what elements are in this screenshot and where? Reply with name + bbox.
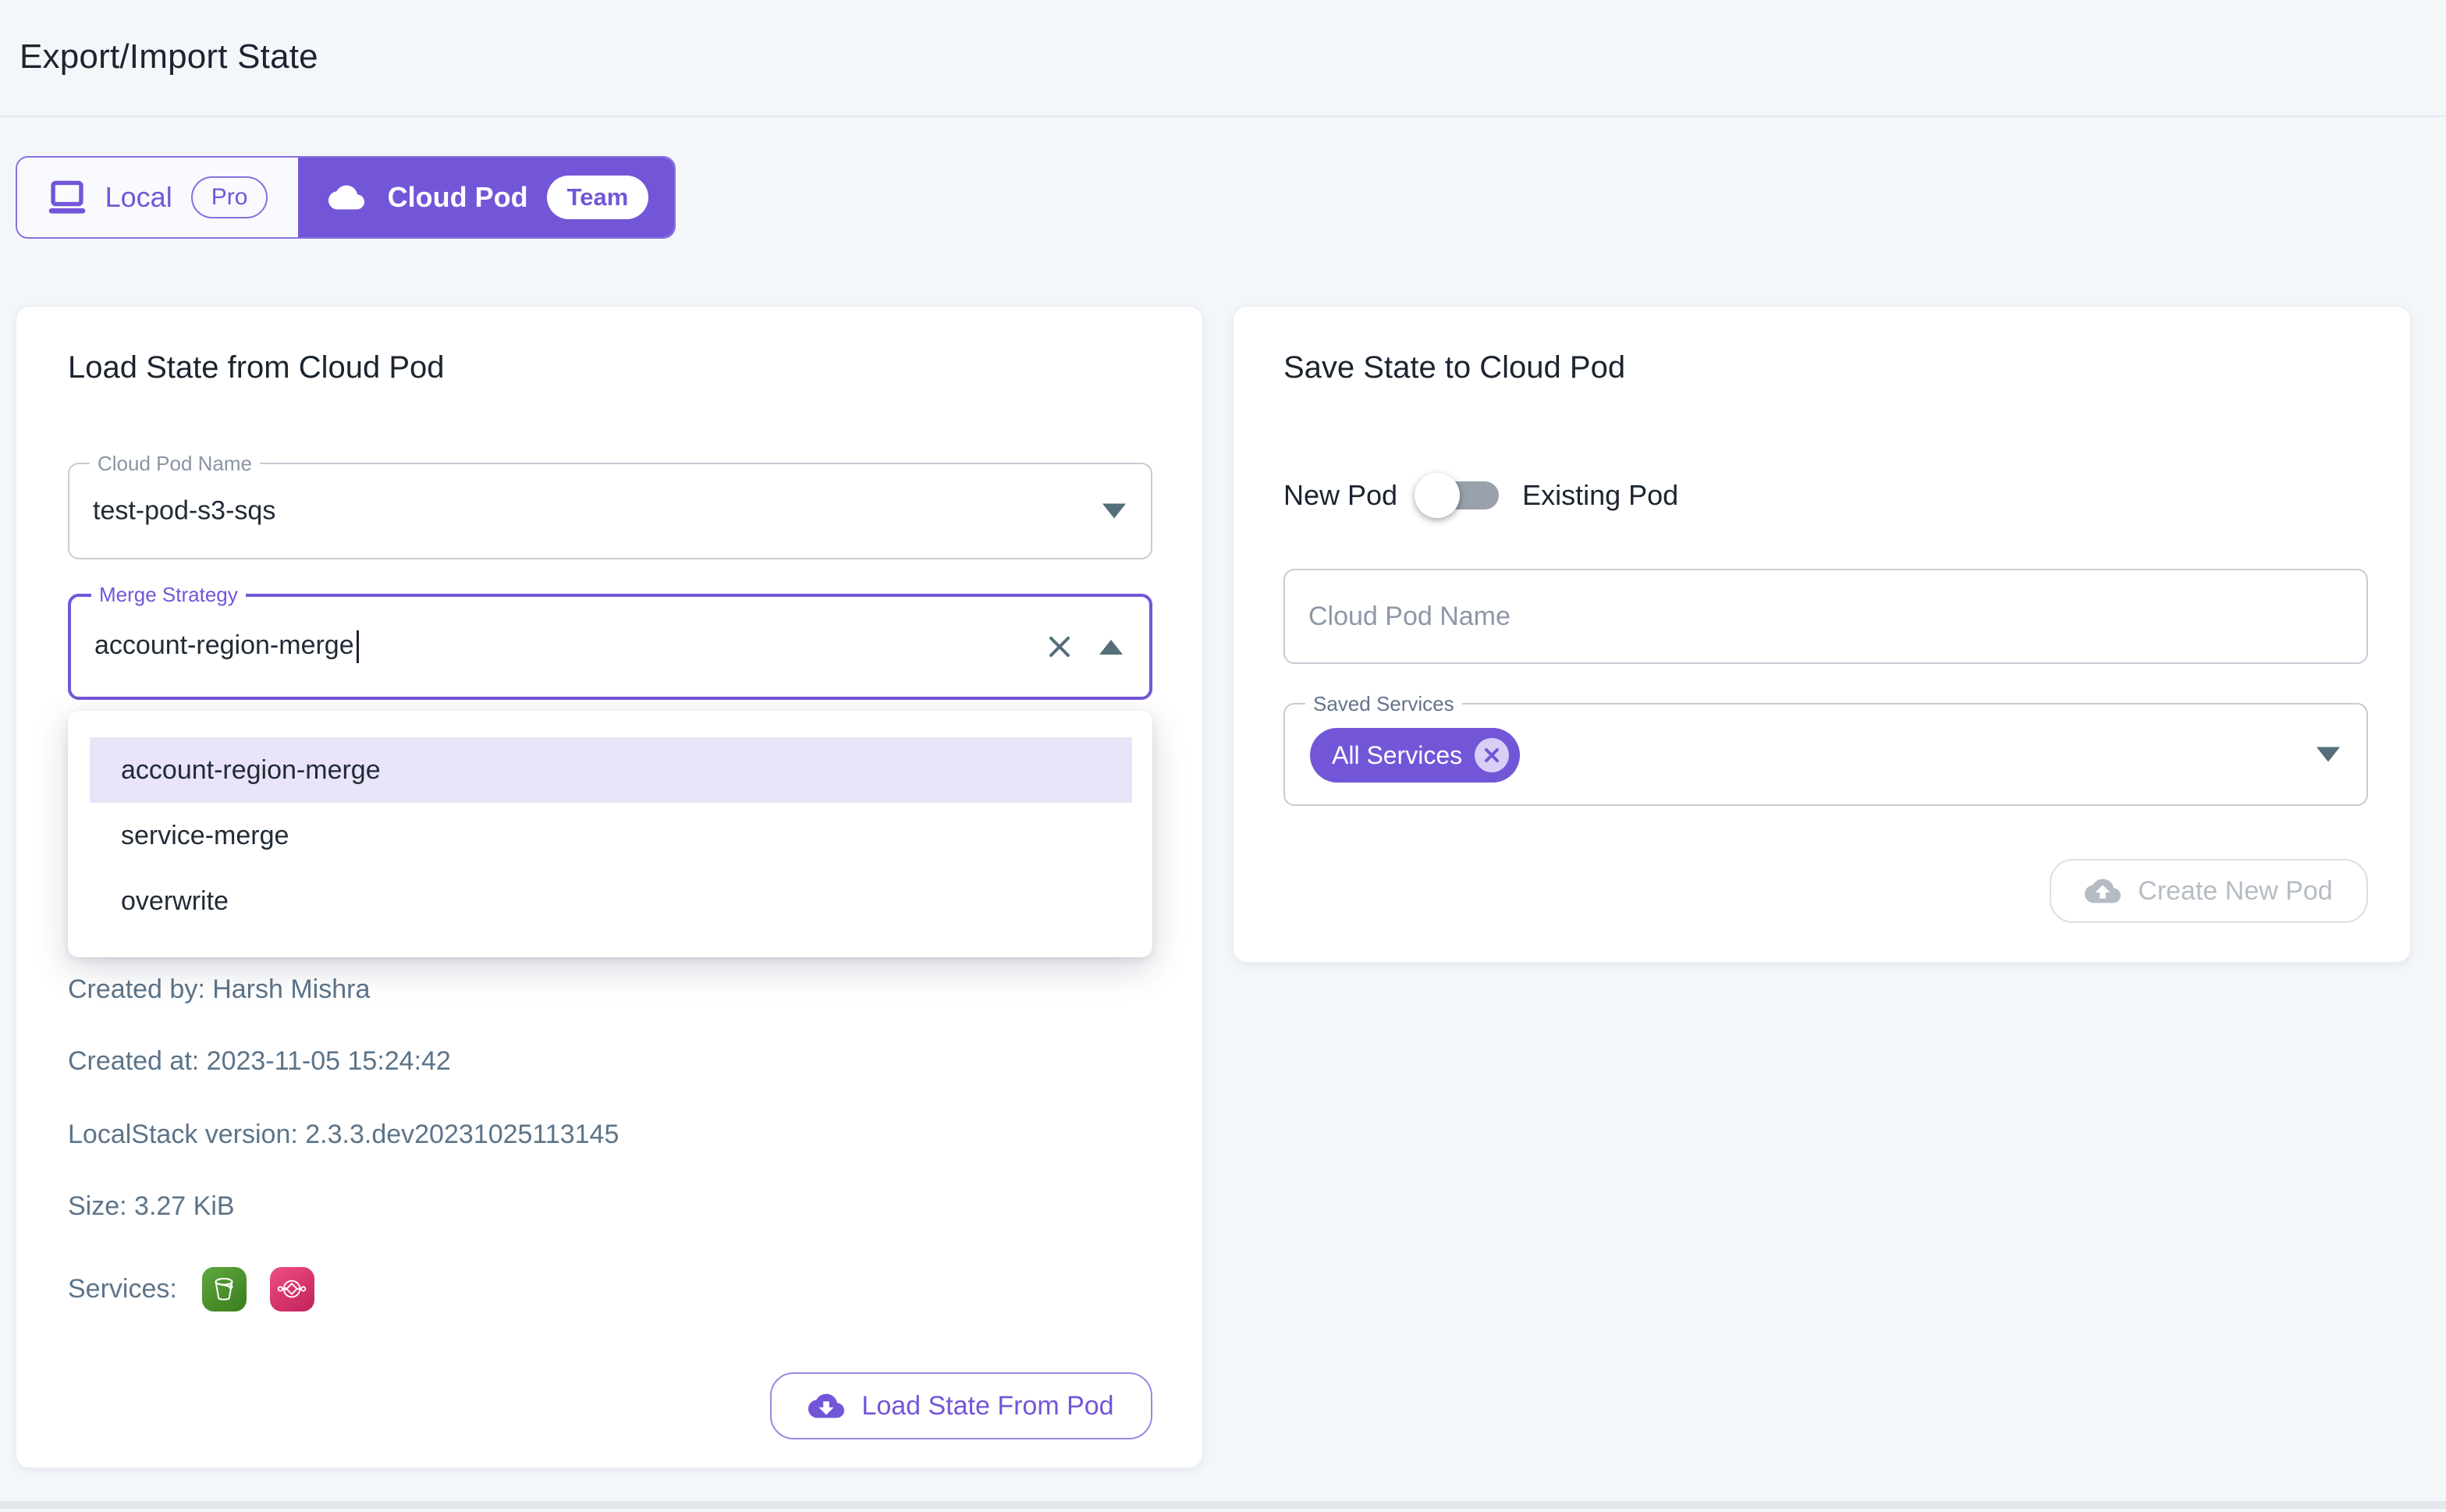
load-button-label: Load State From Pod: [861, 1391, 1113, 1421]
cloud-icon: [324, 179, 369, 215]
page-title: Export/Import State: [20, 37, 318, 76]
all-services-chip[interactable]: All Services: [1310, 728, 1520, 783]
mode-cloud-pod-label: Cloud Pod: [388, 181, 528, 214]
switch-thumb: [1415, 473, 1460, 518]
merge-option[interactable]: overwrite: [90, 868, 1132, 934]
new-pod-label: New Pod: [1283, 479, 1397, 512]
mode-local-label: Local: [105, 181, 172, 214]
export-import-state-page: Export/Import State Local Pro Cloud Pod …: [0, 0, 2446, 1512]
save-pod-name-field: [1283, 569, 2368, 664]
merge-option[interactable]: service-merge: [90, 803, 1132, 868]
create-new-pod-button[interactable]: Create New Pod: [2050, 859, 2368, 923]
arrow-drop-down-icon: [1102, 504, 1126, 519]
all-services-chip-label: All Services: [1332, 741, 1462, 770]
cloud-pod-name-select-value: test-pod-s3-sqs: [93, 496, 275, 527]
existing-pod-label: Existing Pod: [1522, 479, 1678, 512]
cloud-download-icon: [808, 1388, 844, 1424]
cancel-icon[interactable]: [1475, 738, 1509, 772]
load-state-card: Load State from Cloud Pod Cloud Pod Name…: [16, 306, 1203, 1468]
merge-strategy-label: Merge Strategy: [91, 583, 246, 607]
load-state-from-pod-button[interactable]: Load State From Pod: [770, 1372, 1152, 1439]
pod-mode-toggle-row: New Pod Existing Pod: [1283, 472, 1678, 519]
bottom-scrollbar-track: [0, 1501, 2446, 1509]
clear-x-icon[interactable]: [1046, 634, 1073, 660]
merge-strategy-dropdown: account-region-merge service-merge overw…: [68, 711, 1152, 957]
sqs-icon: [270, 1267, 314, 1311]
team-badge: Team: [547, 176, 649, 219]
localstack-version-text: LocalStack version: 2.3.3.dev20231025113…: [68, 1120, 619, 1150]
cloud-pod-name-select[interactable]: Cloud Pod Name test-pod-s3-sqs: [68, 463, 1152, 559]
merge-strategy-value: account-region-merge: [94, 630, 354, 660]
header-divider: [0, 115, 2446, 117]
pod-mode-switch[interactable]: [1424, 481, 1499, 509]
saved-services-label: Saved Services: [1305, 692, 1462, 716]
merge-option[interactable]: account-region-merge: [90, 737, 1132, 803]
services-row: Services:: [68, 1266, 314, 1311]
create-button-label: Create New Pod: [2138, 876, 2332, 907]
load-card-title: Load State from Cloud Pod: [68, 350, 445, 385]
arrow-drop-up-icon[interactable]: [1099, 640, 1123, 655]
mode-local-button[interactable]: Local Pro: [17, 158, 298, 237]
saved-services-select[interactable]: Saved Services All Services: [1283, 703, 2368, 806]
save-pod-name-input[interactable]: [1285, 570, 2366, 662]
arrow-drop-down-icon: [2316, 747, 2340, 762]
services-label: Services:: [68, 1274, 177, 1304]
pro-badge: Pro: [191, 176, 268, 218]
size-text: Size: 3.27 KiB: [68, 1191, 235, 1222]
s3-icon: [202, 1267, 247, 1311]
created-by-text: Created by: Harsh Mishra: [68, 974, 370, 1005]
save-card-title: Save State to Cloud Pod: [1283, 350, 1625, 385]
cloud-pod-name-select-label: Cloud Pod Name: [90, 452, 260, 476]
merge-strategy-input[interactable]: Merge Strategy account-region-merge: [68, 594, 1152, 700]
mode-cloud-pod-button[interactable]: Cloud Pod Team: [298, 158, 674, 237]
text-caret: [357, 630, 359, 663]
mode-toggle-group: Local Pro Cloud Pod Team: [16, 156, 676, 239]
laptop-icon: [48, 180, 87, 215]
created-at-text: Created at: 2023-11-05 15:24:42: [68, 1046, 451, 1077]
save-state-card: Save State to Cloud Pod New Pod Existing…: [1233, 306, 2411, 963]
cloud-upload-icon: [2085, 873, 2121, 909]
